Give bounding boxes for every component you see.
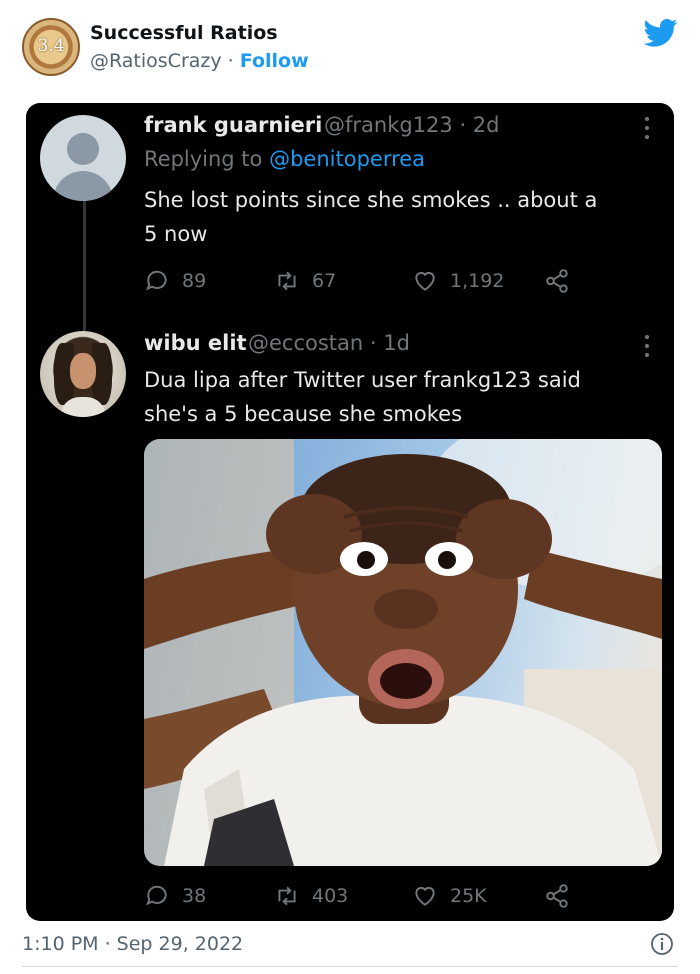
like-button[interactable]: 1,192 xyxy=(412,266,504,296)
tweet-author-name[interactable]: frank guarnieri xyxy=(144,113,322,137)
heart-icon xyxy=(415,271,435,291)
tweet-text-line: 5 now xyxy=(144,222,208,246)
like-count: 25K xyxy=(450,885,487,907)
tweet-author-name[interactable]: wibu elit xyxy=(144,331,247,355)
retweet-icon xyxy=(278,886,296,906)
tweet-handle-time[interactable]: @frankg123 · 2d xyxy=(324,113,500,137)
reply-context: Replying to @benitoperrea xyxy=(144,147,425,171)
reply-icon xyxy=(146,270,167,291)
shocked-man-meme-image[interactable] xyxy=(144,439,662,866)
thread-connector xyxy=(83,189,86,339)
avatar-text: 3.4 xyxy=(37,36,65,56)
follow-button[interactable]: Follow xyxy=(240,50,309,72)
tweet-text-line: Dua lipa after Twitter user frankg123 sa… xyxy=(144,368,581,392)
share-button[interactable] xyxy=(544,266,570,296)
embed-header: 3.4 Successful Ratios @RatiosCrazy · Fol… xyxy=(0,0,700,92)
tweet-text-line: she's a 5 because she smokes xyxy=(144,402,463,426)
meme-illustration xyxy=(144,439,662,866)
more-options-icon[interactable] xyxy=(644,335,650,359)
tweet-timestamp[interactable]: 1:10 PM · Sep 29, 2022 xyxy=(22,933,243,955)
reply-button[interactable]: 89 xyxy=(144,266,206,296)
default-profile-icon[interactable] xyxy=(40,115,126,201)
tweet-actions: 89 67 1,192 xyxy=(144,266,644,296)
reply-count: 89 xyxy=(182,270,207,292)
share-icon xyxy=(546,269,568,293)
handle-row: @RatiosCrazy · Follow xyxy=(90,50,309,72)
footer-divider xyxy=(22,966,678,967)
reply-icon xyxy=(146,885,167,906)
account-handle[interactable]: @RatiosCrazy xyxy=(90,50,222,72)
more-options-icon[interactable] xyxy=(644,117,650,141)
reply-prefix: Replying to xyxy=(144,147,263,171)
account-name[interactable]: Successful Ratios xyxy=(90,22,278,44)
retweet-icon xyxy=(278,271,296,291)
retweet-count: 403 xyxy=(312,885,349,907)
heart-icon xyxy=(415,886,435,906)
twitter-bird-icon[interactable] xyxy=(644,18,678,48)
retweet-button[interactable]: 67 xyxy=(274,266,336,296)
tweet-actions: 38 403 25K xyxy=(144,881,644,911)
like-button[interactable]: 25K xyxy=(412,881,487,911)
separator-dot: · xyxy=(227,50,234,72)
tweet-handle-time[interactable]: @eccostan · 1d xyxy=(248,331,410,355)
like-count: 1,192 xyxy=(450,270,505,292)
author-avatar[interactable] xyxy=(40,331,126,417)
tweet-text-line: She lost points since she smokes .. abou… xyxy=(144,188,598,212)
tweet-screenshot: frank guarnieri @frankg123 · 2d Replying… xyxy=(26,103,674,921)
share-icon xyxy=(546,884,568,908)
retweet-count: 67 xyxy=(312,270,337,292)
reply-button[interactable]: 38 xyxy=(144,881,206,911)
account-avatar[interactable]: 3.4 xyxy=(22,18,80,76)
retweet-button[interactable]: 403 xyxy=(274,881,348,911)
share-button[interactable] xyxy=(544,881,570,911)
info-icon[interactable] xyxy=(650,932,674,956)
reply-count: 38 xyxy=(182,885,207,907)
reply-to-handle[interactable]: @benitoperrea xyxy=(269,147,425,171)
